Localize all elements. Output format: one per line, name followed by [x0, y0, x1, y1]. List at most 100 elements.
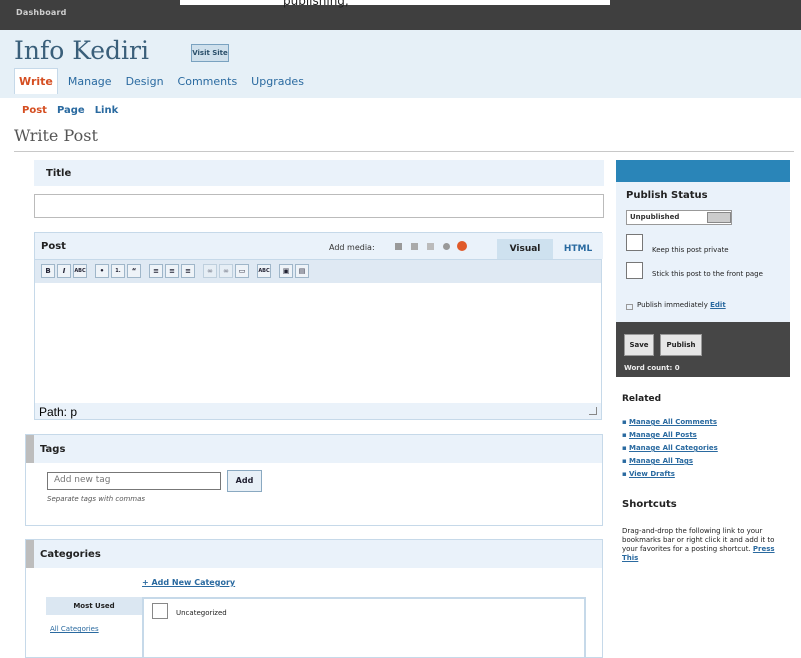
publish-immediately-label: Publish immediately	[637, 301, 708, 309]
calendar-icon	[626, 304, 633, 310]
unlink-button[interactable]: ∞	[219, 264, 233, 278]
status-select[interactable]: Unpublished	[626, 210, 732, 225]
spellcheck-button[interactable]: ABC	[257, 264, 271, 278]
align-right-button[interactable]: ≡	[181, 264, 195, 278]
shortcuts-description: Drag-and-drop the following link to your…	[622, 527, 775, 553]
view-drafts-link[interactable]: View Drafts	[629, 470, 675, 478]
admin-topbar: Dashboard publishing,	[0, 0, 801, 30]
tab-visual[interactable]: Visual	[497, 239, 553, 259]
publish-status-title: Publish Status	[626, 190, 708, 201]
list-item: ▪ Manage All Posts	[622, 431, 697, 439]
manage-posts-link[interactable]: Manage All Posts	[629, 431, 697, 439]
word-count: Word count: 0	[624, 364, 680, 372]
add-video-icon[interactable]	[411, 243, 418, 250]
publish-button[interactable]: Publish	[660, 334, 702, 356]
obscured-text: publishing,	[283, 0, 349, 8]
dashboard-link[interactable]: Dashboard	[16, 8, 67, 17]
stick-front-label: Stick this post to the front page	[652, 270, 763, 278]
list-item: ▪ Manage All Tags	[622, 457, 694, 465]
align-center-button[interactable]: ≡	[165, 264, 179, 278]
main-menu: Write Manage Design Comments Upgrades	[14, 68, 314, 98]
title-box: Title	[34, 160, 604, 222]
category-list: Uncategorized	[142, 597, 586, 658]
manage-comments-link[interactable]: Manage All Comments	[629, 418, 717, 426]
edit-timestamp-link[interactable]: Edit	[710, 301, 726, 309]
italic-button[interactable]: I	[57, 264, 71, 278]
title-label: Title	[46, 168, 72, 179]
manage-categories-link[interactable]: Manage All Categories	[629, 444, 718, 452]
list-item: ▪ View Drafts	[622, 470, 675, 478]
tags-box: Tags Add new tag Add Separate tags with …	[25, 434, 603, 526]
category-name: Uncategorized	[176, 609, 227, 617]
fullscreen-button[interactable]: ▣	[279, 264, 293, 278]
list-item: ▪ Manage All Comments	[622, 418, 718, 426]
add-media-icon[interactable]	[443, 243, 450, 250]
list-item: ▪ Manage All Categories	[622, 444, 718, 452]
tab-all-categories[interactable]: All Categories	[50, 625, 99, 633]
publish-status-panel: Publish Status Unpublished Keep this pos…	[616, 182, 790, 322]
editor-path-bar: Path: p	[35, 403, 601, 419]
menu-upgrades[interactable]: Upgrades	[247, 69, 308, 94]
submenu-page[interactable]: Page	[57, 105, 85, 116]
title-box-header: Title	[34, 160, 604, 186]
tags-label: Tags	[40, 444, 66, 455]
shortcuts-title: Shortcuts	[622, 499, 677, 510]
editor-toolbar: B I ABC • 1. “ ≡ ≡ ≡ ∞ ∞ ▭ ABC ▣ ▤	[35, 259, 601, 283]
submenu-post[interactable]: Post	[22, 105, 47, 116]
related-title: Related	[622, 394, 662, 404]
add-audio-icon[interactable]	[427, 243, 434, 250]
keep-private-checkbox[interactable]	[626, 234, 643, 251]
resize-handle-icon[interactable]	[589, 407, 597, 415]
menu-comments[interactable]: Comments	[174, 69, 242, 94]
more-tag-button[interactable]: ▭	[235, 264, 249, 278]
stick-front-checkbox[interactable]	[626, 262, 643, 279]
tags-toggle-handle[interactable]	[26, 435, 34, 463]
categories-toggle-handle[interactable]	[26, 540, 34, 568]
post-box-header: Post Add media: Visual HTML	[35, 233, 603, 259]
link-button[interactable]: ∞	[203, 264, 217, 278]
chevron-down-icon[interactable]	[707, 212, 731, 223]
post-editor-box: Post Add media: Visual HTML B I ABC • 1.…	[34, 232, 603, 420]
keep-private-label: Keep this post private	[652, 246, 729, 254]
page-title: Write Post	[14, 126, 98, 145]
numbered-list-button[interactable]: 1.	[111, 264, 125, 278]
visit-site-button[interactable]: Visit Site	[191, 44, 229, 62]
align-left-button[interactable]: ≡	[149, 264, 163, 278]
tags-header[interactable]: Tags	[34, 435, 602, 463]
post-label: Post	[41, 241, 66, 252]
tab-html[interactable]: HTML	[558, 239, 598, 259]
add-flash-icon[interactable]	[457, 241, 467, 251]
obscuring-overlay	[180, 0, 610, 5]
editor-path: Path: p	[39, 405, 78, 419]
kitchen-sink-button[interactable]: ▤	[295, 264, 309, 278]
menu-write[interactable]: Write	[14, 68, 58, 94]
bold-button[interactable]: B	[41, 264, 55, 278]
save-button[interactable]: Save	[624, 334, 654, 356]
tag-input[interactable]: Add new tag	[47, 472, 221, 490]
blog-name: Info Kediri	[14, 36, 149, 65]
category-checkbox[interactable]	[152, 603, 168, 619]
status-value: Unpublished	[630, 213, 680, 221]
categories-label: Categories	[40, 549, 101, 560]
title-input[interactable]	[34, 194, 604, 218]
menu-manage[interactable]: Manage	[64, 69, 116, 94]
add-new-category-link[interactable]: + Add New Category	[142, 578, 235, 587]
blog-header: Info Kediri Visit Site Write Manage Design…	[0, 30, 801, 98]
post-content-editor[interactable]	[35, 283, 601, 403]
categories-header[interactable]: Categories	[34, 540, 602, 568]
add-image-icon[interactable]	[395, 243, 402, 250]
sub-menu: Post Page Link	[22, 105, 128, 116]
menu-design[interactable]: Design	[122, 69, 168, 94]
category-tabs: Most Used All Categories	[46, 597, 142, 658]
submenu-link[interactable]: Link	[95, 105, 119, 116]
strikethrough-button[interactable]: ABC	[73, 264, 87, 278]
tags-hint: Separate tags with commas	[47, 495, 146, 503]
bullet-list-button[interactable]: •	[95, 264, 109, 278]
tab-most-used[interactable]: Most Used	[46, 597, 142, 615]
blockquote-button[interactable]: “	[127, 264, 141, 278]
related-links: ▪ Manage All Comments ▪ Manage All Posts…	[622, 416, 790, 481]
publish-actions: Save Publish Word count: 0	[616, 322, 790, 377]
manage-tags-link[interactable]: Manage All Tags	[629, 457, 693, 465]
shortcuts-text: Drag-and-drop the following link to your…	[622, 527, 788, 563]
add-tag-button[interactable]: Add	[227, 470, 262, 492]
